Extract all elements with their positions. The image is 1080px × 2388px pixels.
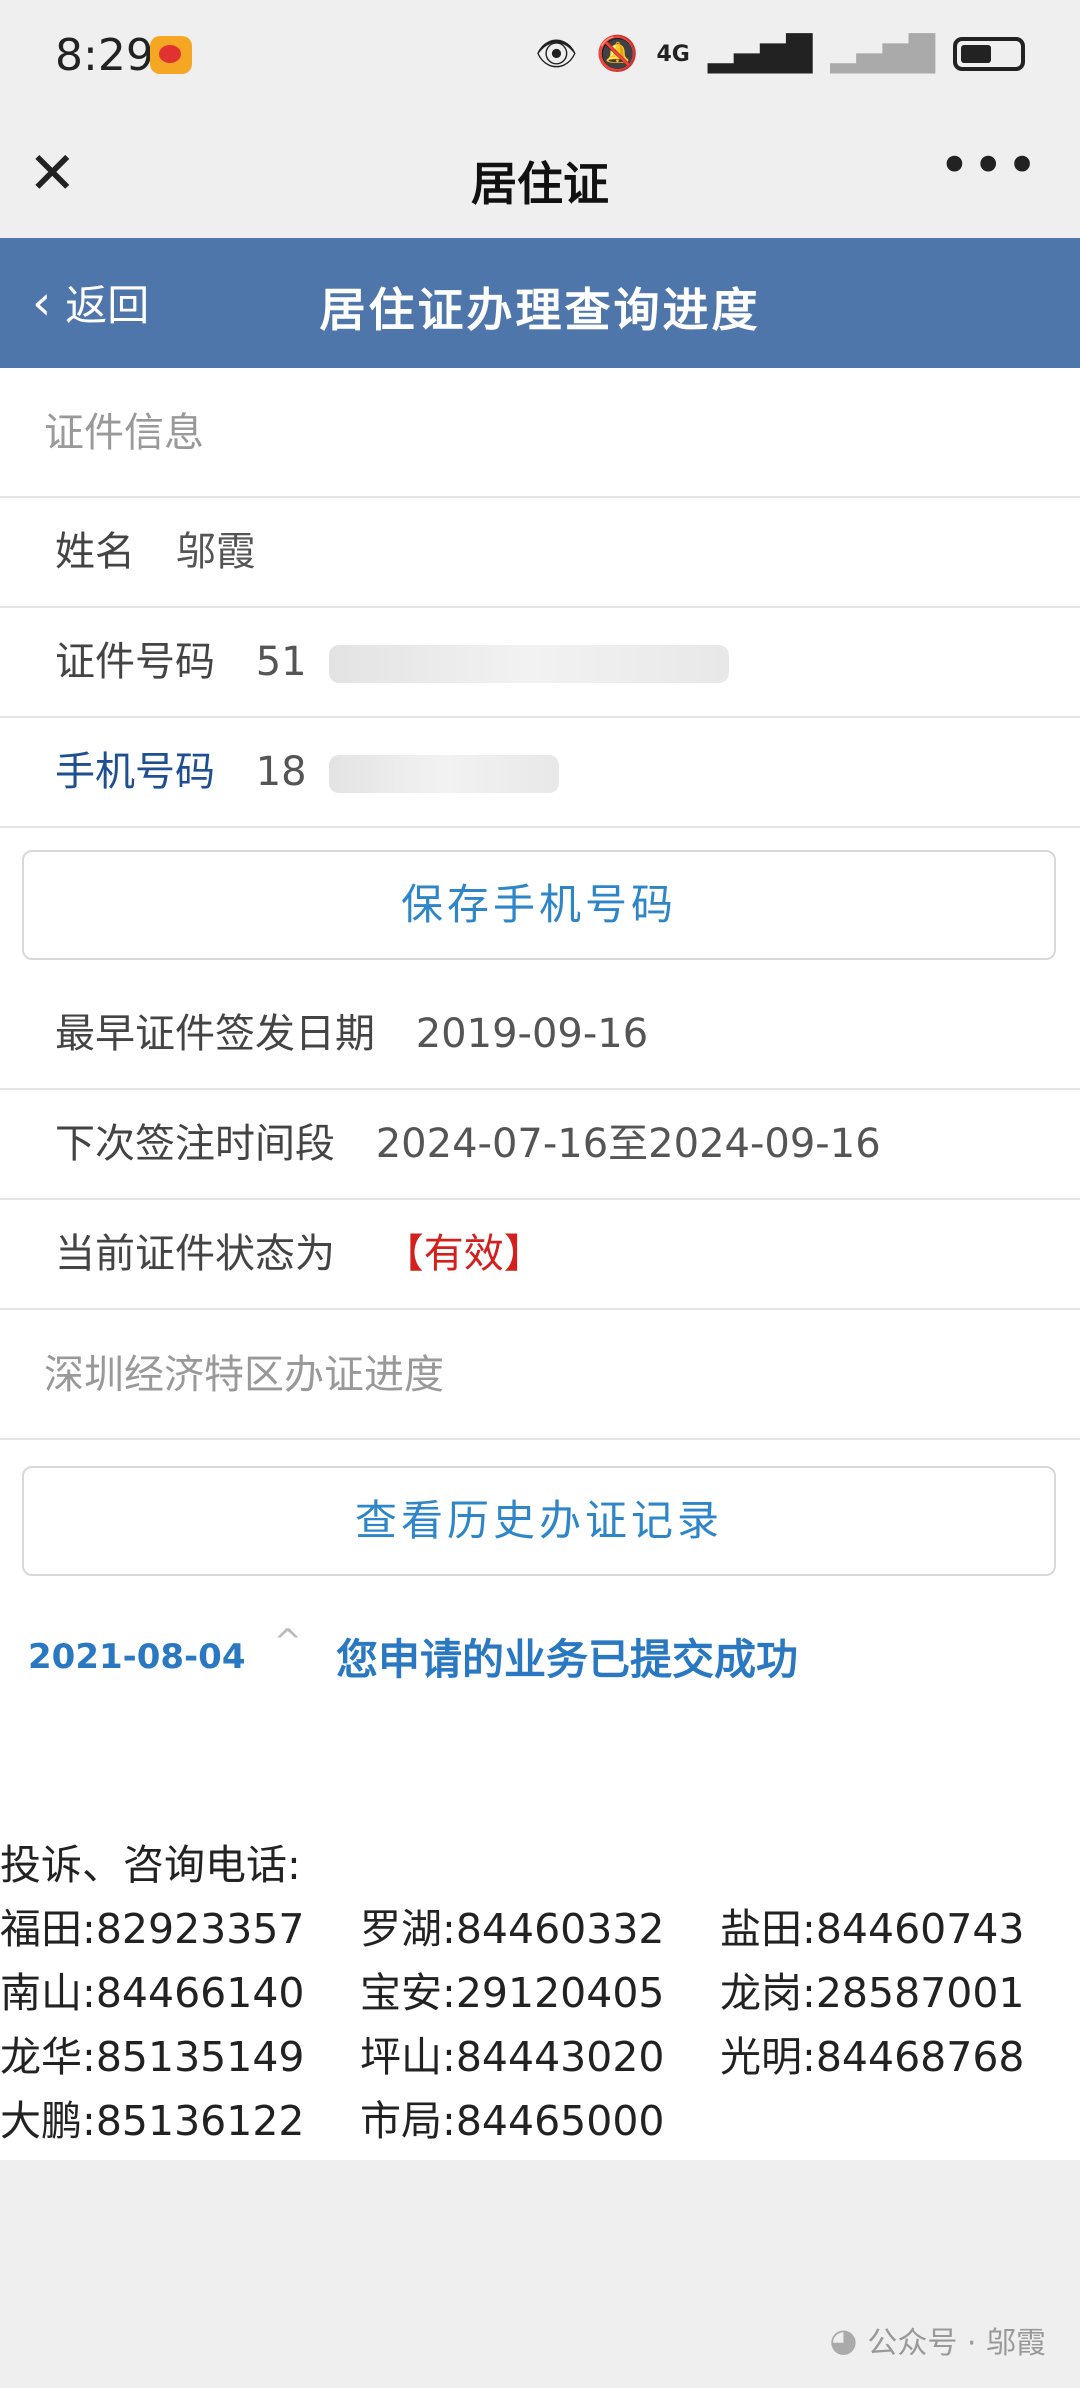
contact-entry: 福田:82923357: [0, 1905, 305, 1953]
progress-heading: 深圳经济特区办证进度: [0, 1310, 1080, 1440]
status-bar: 8:29 👁 🔕 4G ▂▄▆█ ▂▄▆█: [0, 0, 1080, 120]
name-label: 姓名: [55, 529, 135, 575]
progress-item[interactable]: 2021-08-04 ^ 您申请的业务已提交成功: [28, 1622, 798, 1687]
bell-muted-icon: 🔕: [596, 34, 639, 74]
signal-2-icon: ▂▄▆█: [830, 34, 935, 74]
cert-info-heading: 证件信息: [0, 368, 1080, 498]
contact-entry: 宝安:29120405: [360, 1969, 665, 2017]
status-time: 8:29: [55, 30, 154, 81]
id-label: 证件号码: [55, 639, 215, 685]
earliest-issue-value: 2019-09-16: [415, 1011, 649, 1057]
caret-up-icon: ^: [273, 1621, 302, 1662]
phone-value: 18: [255, 749, 307, 795]
name-row: 姓名 邬霞: [0, 498, 1080, 608]
battery-icon: [953, 37, 1025, 71]
contact-entry: 光明:84468768: [720, 2033, 1025, 2081]
contact-line: 福田:82923357 罗湖:84460332 盐田:84460743: [0, 1897, 1080, 1961]
contact-heading: 投诉、咨询电话:: [0, 1841, 301, 1889]
status-label: 当前证件状态为: [55, 1231, 335, 1277]
main-panel: 证件信息 姓名 邬霞 证件号码 51 手机号码 18 保存手机号码 最早证件签发…: [0, 368, 1080, 2160]
id-row: 证件号码 51: [0, 608, 1080, 718]
contact-line: 南山:84466140 宝安:29120405 龙岗:28587001: [0, 1961, 1080, 2025]
contact-entry: 南山:84466140: [0, 1969, 305, 2017]
status-badge: 【有效】: [383, 1231, 544, 1277]
weibo-notification-icon: [150, 36, 192, 74]
contact-entry: 市局:84465000: [360, 2097, 665, 2145]
save-phone-button[interactable]: 保存手机号码: [22, 850, 1056, 960]
network-type-label: 4G: [656, 41, 690, 67]
next-sign-value: 2024-07-16至2024-09-16: [375, 1121, 881, 1167]
page-title: 居住证办理查询进度: [319, 283, 761, 337]
earliest-issue-label: 最早证件签发日期: [55, 1011, 375, 1057]
name-value: 邬霞: [175, 529, 256, 575]
redacted-blur: [329, 645, 730, 683]
top-nav: ✕ 居住证 •••: [0, 120, 1080, 238]
window-title: 居住证: [471, 157, 609, 211]
contact-line: 大鹏:85136122 市局:84465000: [0, 2089, 1080, 2153]
redacted-blur: [329, 755, 560, 793]
contact-entry: 坪山:84443020: [360, 2033, 665, 2081]
status-icons: 👁 🔕 4G ▂▄▆█ ▂▄▆█: [535, 34, 1025, 74]
view-history-button[interactable]: 查看历史办证记录: [22, 1466, 1056, 1576]
wechat-icon: ◕: [829, 2321, 858, 2359]
contact-entry: 大鹏:85136122: [0, 2097, 305, 2145]
status-row: 当前证件状态为 【有效】: [0, 1200, 1080, 1310]
id-value: 51: [255, 639, 307, 685]
contact-entry: 龙岗:28587001: [720, 1969, 1025, 2017]
contact-entry: 龙华:85135149: [0, 2033, 305, 2081]
contact-line: 龙华:85135149 坪山:84443020 光明:84468768: [0, 2025, 1080, 2089]
earliest-issue-row: 最早证件签发日期 2019-09-16: [0, 980, 1080, 1090]
eye-icon: 👁: [534, 34, 579, 74]
next-sign-label: 下次签注时间段: [55, 1121, 335, 1167]
progress-text: 您申请的业务已提交成功: [335, 1635, 798, 1684]
watermark-text: 公众号 · 邬霞: [867, 2326, 1046, 2361]
page-header: ‹ 返回 居住证办理查询进度: [0, 238, 1080, 368]
progress-date: 2021-08-04: [28, 1636, 246, 1677]
next-sign-row: 下次签注时间段 2024-07-16至2024-09-16: [0, 1090, 1080, 1200]
phone-label: 手机号码: [55, 749, 215, 795]
contact-list: 投诉、咨询电话: 福田:82923357 罗湖:84460332 盐田:844607…: [0, 1833, 1080, 2153]
signal-icon: ▂▄▆█: [707, 34, 813, 74]
phone-row[interactable]: 手机号码 18: [0, 718, 1080, 828]
watermark: ◕ 公众号 · 邬霞: [829, 2318, 1046, 2362]
more-icon[interactable]: •••: [938, 134, 1040, 197]
contact-entry: 盐田:84460743: [720, 1905, 1025, 1953]
contact-entry: 罗湖:84460332: [360, 1905, 665, 1953]
